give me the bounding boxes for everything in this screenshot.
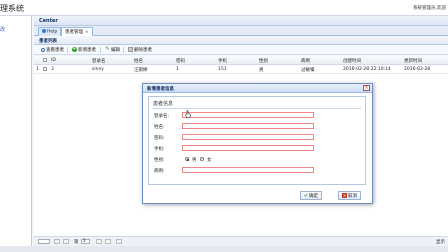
toolbar-divider: [123, 47, 124, 53]
bottom-bar: [0, 246, 448, 252]
cancel-button[interactable]: ✕ 取消: [338, 191, 361, 200]
tab-help-label: Help: [47, 29, 58, 35]
cell-id: 3: [51, 67, 54, 72]
grid-header: ID 登录名 姓名 密码 手机 性别 病例 创建时间 更新时间: [34, 56, 448, 65]
last-page-button[interactable]: [105, 239, 111, 244]
close-icon[interactable]: ×: [363, 85, 370, 91]
gender-male-radio[interactable]: [185, 157, 189, 161]
panel-header: 患者列表: [34, 37, 448, 45]
phone-input[interactable]: [182, 145, 314, 151]
gender-female-radio[interactable]: [200, 157, 204, 161]
page-value: 1: [83, 239, 86, 244]
name-label: 姓名:: [154, 125, 165, 130]
cell-updated: 2016-02-28: [404, 67, 431, 72]
case-label: 病例:: [154, 169, 165, 174]
edit-button[interactable]: ✎编辑: [103, 46, 122, 54]
refresh-button[interactable]: [116, 239, 122, 244]
cancel-label: 取消: [348, 194, 357, 199]
row-number: 1: [36, 67, 39, 72]
center-title: Center: [39, 18, 58, 24]
cell-password: 1: [176, 67, 179, 72]
phone-label: 手机:: [154, 147, 165, 152]
patient-info-fieldset: 患者信息 登录名: 姓名: 密码: 手机: 性别: 男 女 病例:: [148, 96, 366, 185]
pagination-bar: 第 1 显示: [34, 236, 448, 246]
fieldset-legend: 患者信息: [153, 101, 174, 107]
first-page-button[interactable]: [54, 239, 60, 244]
delete-label: 删除患者: [134, 48, 152, 53]
gender-male-label: 男: [192, 158, 197, 163]
column-header[interactable]: 密码: [176, 58, 185, 64]
app-title: 理系统: [0, 4, 24, 13]
page-size-select[interactable]: [38, 239, 50, 244]
column-header[interactable]: 手机: [218, 58, 227, 64]
cell-case: 过敏嗓: [301, 68, 315, 73]
add-patient-dialog: 新增患者信息 × 患者信息 登录名: 姓名: 密码: 手机: 性别: 男 女 病…: [142, 83, 373, 204]
column-header[interactable]: 性别: [259, 58, 268, 64]
edit-icon: ✎: [105, 46, 110, 52]
help-icon: [42, 29, 46, 33]
password-label: 密码:: [154, 136, 165, 141]
column-header[interactable]: ID: [51, 58, 56, 63]
pager-summary: 显示: [436, 240, 445, 245]
edit-label: 编辑: [111, 48, 120, 53]
panel-title: 患者列表: [39, 39, 57, 44]
prev-page-button[interactable]: [63, 239, 69, 244]
close-icon[interactable]: ×: [85, 30, 89, 35]
tab-patient-management[interactable]: 患者管理 ×: [61, 27, 93, 36]
name-input[interactable]: [182, 123, 314, 129]
tab-strip: Help 患者管理 ×: [34, 26, 448, 36]
top-bar: 理系统 系统管理员,欢迎: [0, 0, 448, 16]
column-header[interactable]: 姓名: [134, 58, 143, 64]
search-label: 查看患者: [46, 48, 64, 53]
ok-button[interactable]: ✔确定: [300, 191, 322, 200]
hand-cursor-icon: [185, 110, 191, 118]
dialog-header: 新增患者信息 ×: [143, 84, 372, 93]
gender-female-label: 女: [207, 158, 212, 163]
row-checkbox[interactable]: [43, 67, 47, 71]
cell-login: sinny: [92, 67, 104, 72]
divider: [153, 108, 361, 109]
cell-created: 2016-02-28 22:10:14: [343, 67, 391, 72]
left-menu-item[interactable]: 改: [0, 26, 5, 33]
table-row[interactable]: 1 3 sinny 汪雨婷 1 151 男 过敏嗓 2016-02-28 22:…: [34, 65, 448, 74]
case-input[interactable]: [182, 167, 314, 173]
column-header[interactable]: 更新时间: [404, 58, 422, 64]
user-info: 系统管理员,欢迎: [413, 6, 446, 11]
search-icon: [41, 47, 45, 52]
ok-label: 确定: [309, 194, 318, 199]
login-input[interactable]: [182, 112, 314, 118]
tab-patient-label: 患者管理: [65, 30, 83, 35]
delete-icon: [128, 47, 133, 52]
cell-gender: 男: [259, 68, 264, 73]
cell-name: 汪雨婷: [134, 68, 148, 73]
next-page-button[interactable]: [96, 239, 102, 244]
page-label: 第: [74, 240, 79, 245]
add-icon: +: [72, 46, 77, 52]
left-panel: 改: [0, 16, 32, 252]
cell-phone: 151: [218, 67, 227, 72]
password-input[interactable]: [182, 134, 314, 140]
add-patient-button[interactable]: +新增患者: [70, 46, 98, 54]
delete-patient-button[interactable]: 删除患者: [126, 46, 154, 54]
search-patient-button[interactable]: 查看患者: [39, 46, 66, 54]
center-header: Center: [34, 16, 448, 26]
dialog-title: 新增患者信息: [147, 87, 174, 92]
toolbar-divider: [67, 47, 68, 53]
column-header[interactable]: 病例: [301, 58, 310, 64]
login-label: 登录名:: [154, 114, 170, 119]
toolbar: 查看患者 +新增患者 ✎编辑 删除患者: [34, 45, 448, 55]
cancel-icon: ✕: [342, 193, 347, 198]
toolbar-divider: [100, 47, 101, 53]
select-all-checkbox[interactable]: [43, 58, 47, 62]
column-header[interactable]: 创建时间: [343, 58, 361, 64]
add-label: 新增患者: [78, 48, 96, 53]
tab-help[interactable]: Help: [38, 27, 62, 36]
gender-label: 性别:: [154, 158, 165, 163]
column-header[interactable]: 登录名: [92, 58, 106, 64]
